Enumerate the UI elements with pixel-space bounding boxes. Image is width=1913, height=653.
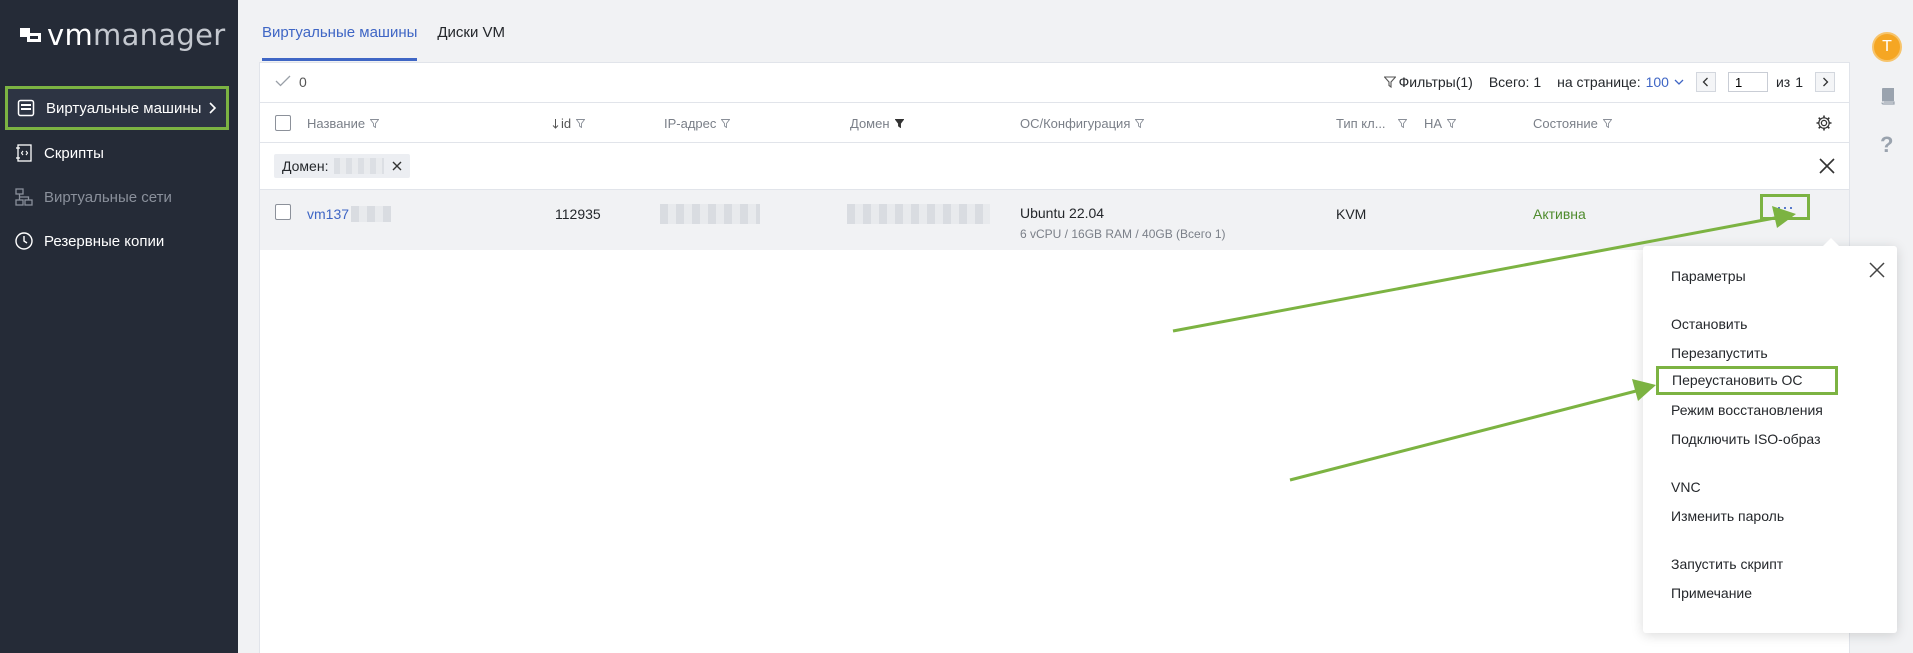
menu-item-recovery-mode[interactable]: Режим восстановления <box>1671 402 1823 418</box>
sidebar-item-label: Виртуальные сети <box>44 188 172 206</box>
row-checkbox[interactable] <box>275 204 291 220</box>
close-icon[interactable] <box>1869 262 1885 283</box>
sidebar-item-virtual-networks[interactable]: Виртуальные сети <box>0 175 238 219</box>
column-header-id[interactable]: id <box>547 116 586 131</box>
os-config: Ubuntu 22.04 6 vCPU / 16GB RAM / 40GB (В… <box>1020 205 1226 241</box>
tab-virtual-machines[interactable]: Виртуальные машины <box>262 0 418 61</box>
vm-actions-menu: Параметры Остановить Перезапустить Переу… <box>1643 238 1897 633</box>
vm-name-link[interactable]: vm137 <box>307 206 392 222</box>
backup-icon <box>14 231 34 251</box>
total-pages: 1 <box>1795 74 1803 90</box>
clear-filters-close-icon[interactable] <box>1819 158 1835 179</box>
selected-count: 0 <box>275 74 307 90</box>
menu-item-parameters[interactable]: Параметры <box>1671 268 1746 284</box>
check-icon <box>275 74 291 90</box>
page-number-input[interactable] <box>1727 72 1768 92</box>
sidebar-item-virtual-machines[interactable]: Виртуальные машины <box>5 86 229 130</box>
chevron-right-icon <box>208 101 218 119</box>
prev-page-button[interactable] <box>1695 72 1716 92</box>
sidebar-item-backups[interactable]: Резервные копии <box>0 219 238 263</box>
sidebar-item-label: Виртуальные машины <box>46 99 202 117</box>
script-icon <box>14 143 34 163</box>
column-header-domain[interactable]: Домен <box>850 116 904 131</box>
filter-chip-label: Домен: <box>282 158 329 174</box>
column-header-name[interactable]: Название <box>307 116 380 131</box>
menu-item-vnc[interactable]: VNC <box>1671 479 1701 495</box>
tab-vm-disks[interactable]: Диски VM <box>437 0 505 61</box>
of-label: из <box>1775 74 1791 90</box>
filter-funnel-icon[interactable] <box>1383 76 1396 88</box>
filter-icon[interactable] <box>721 119 731 128</box>
network-icon <box>14 187 34 207</box>
gear-icon[interactable] <box>1815 114 1833 132</box>
menu-item-reinstall-os[interactable]: Переустановить ОС <box>1656 366 1838 395</box>
per-page-select[interactable]: 100 <box>1646 74 1669 90</box>
filter-icon[interactable] <box>370 119 380 128</box>
close-icon[interactable] <box>392 161 402 171</box>
vm-config: 6 vCPU / 16GB RAM / 40GB (Всего 1) <box>1020 227 1226 241</box>
os-name: Ubuntu 22.04 <box>1020 205 1105 221</box>
chevron-right-icon <box>1822 77 1828 87</box>
row-actions-button[interactable]: ··· <box>1760 194 1810 220</box>
filter-active-icon[interactable] <box>894 119 904 128</box>
menu-item-stop[interactable]: Остановить <box>1671 316 1747 332</box>
server-icon <box>16 98 36 118</box>
more-dots-icon: ··· <box>1776 197 1794 217</box>
filter-icon[interactable] <box>1602 119 1612 128</box>
sidebar-item-label: Скрипты <box>44 144 104 162</box>
filter-icon[interactable] <box>1135 119 1145 128</box>
selected-count-value: 0 <box>299 74 307 90</box>
tabs: Виртуальные машины Диски VM <box>262 0 525 61</box>
menu-item-run-script[interactable]: Запустить скрипт <box>1671 556 1783 572</box>
sidebar: vmmanager Виртуальные машины Скрипты Вир… <box>0 0 238 653</box>
redacted-value <box>351 206 392 222</box>
vmmanager-logo[interactable]: vmmanager <box>20 18 226 52</box>
status-badge: Активна <box>1533 206 1586 222</box>
active-filters-row: Домен: <box>260 144 1849 190</box>
menu-item-change-password[interactable]: Изменить пароль <box>1671 508 1784 524</box>
column-header-type[interactable]: Тип кл... <box>1336 116 1407 131</box>
menu-item-restart[interactable]: Перезапустить <box>1671 345 1768 361</box>
column-header-ha[interactable]: HA <box>1424 116 1457 131</box>
column-header-ip[interactable]: IP-адрес <box>664 116 731 131</box>
table-toolbar: 0 Фильтры(1) Всего: 1 на странице: 100 и… <box>260 63 1849 103</box>
help-question-icon[interactable]: ? <box>1880 132 1893 158</box>
filter-icon[interactable] <box>576 119 586 128</box>
menu-item-mount-iso[interactable]: Подключить ISO-образ <box>1671 431 1820 447</box>
select-all-checkbox[interactable] <box>275 115 291 131</box>
total-count: Всего: 1 <box>1488 74 1542 90</box>
per-page-label: на странице: <box>1557 74 1641 90</box>
table-row[interactable]: vm137 112935 Ubuntu 22.04 6 vCPU / 16GB … <box>260 190 1849 250</box>
avatar[interactable]: T <box>1872 32 1902 62</box>
vm-type: KVM <box>1336 206 1367 222</box>
redacted-ip <box>660 204 760 224</box>
sidebar-item-label: Резервные копии <box>44 232 165 250</box>
table-header: Название id IP-адрес Домен ОС/Конфигурац… <box>260 103 1849 143</box>
docs-book-icon[interactable] <box>1880 87 1896 105</box>
redacted-value <box>334 158 385 174</box>
column-header-os[interactable]: ОС/Конфигурация <box>1020 116 1145 131</box>
logo-text-rest: manager <box>93 18 226 52</box>
next-page-button[interactable] <box>1815 72 1835 92</box>
column-header-status[interactable]: Состояние <box>1533 116 1612 131</box>
sidebar-item-scripts[interactable]: Скрипты <box>0 131 238 175</box>
filter-icon[interactable] <box>1447 119 1457 128</box>
filter-chip-domain[interactable]: Домен: <box>274 154 411 178</box>
chevron-down-icon[interactable] <box>1674 79 1684 85</box>
redacted-domain <box>847 204 990 224</box>
logo-icon <box>20 26 44 44</box>
menu-item-note[interactable]: Примечание <box>1671 585 1752 601</box>
filter-icon[interactable] <box>1397 119 1407 128</box>
vm-id: 112935 <box>555 206 601 222</box>
logo-text-bold: vm <box>47 18 94 52</box>
sort-arrow-icon <box>547 118 559 129</box>
filters-button[interactable]: Фильтры(1) <box>1399 74 1473 90</box>
vm-table-panel: 0 Фильтры(1) Всего: 1 на странице: 100 и… <box>259 62 1850 653</box>
chevron-left-icon <box>1703 77 1709 87</box>
